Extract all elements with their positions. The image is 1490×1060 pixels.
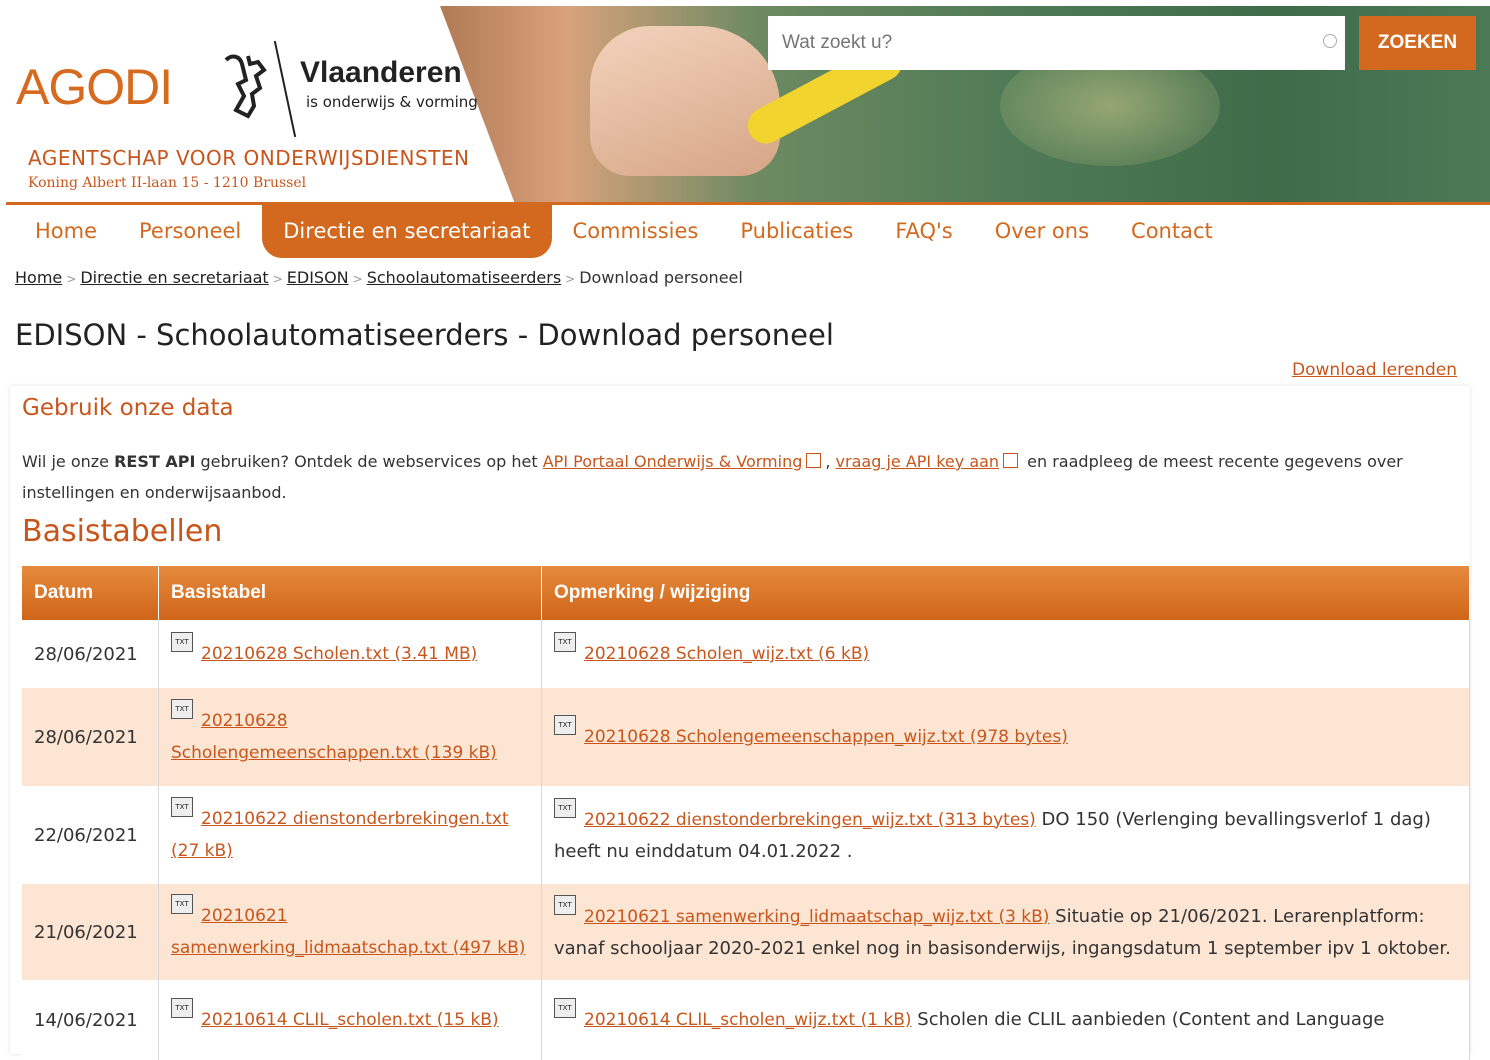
logo-divider bbox=[273, 40, 297, 138]
basistabellen-table: Datum Basistabel Opmerking / wijziging 2… bbox=[22, 566, 1470, 1060]
breadcrumb-separator: > bbox=[352, 272, 363, 286]
page-title: EDISON - Schoolautomatiseerders - Downlo… bbox=[15, 318, 834, 352]
change-note: Scholen die CLIL aanbieden (Content and … bbox=[911, 1009, 1385, 1030]
change-cell: TXT 20210614 CLIL_scholen_wijz.txt (1 kB)… bbox=[541, 980, 1470, 1060]
intro-text-part: gebruiken? Ontdek de webservices op het bbox=[195, 452, 543, 471]
agodi-logo[interactable]: AGODI bbox=[16, 58, 173, 116]
table-header-row: Datum Basistabel Opmerking / wijziging bbox=[22, 566, 1470, 620]
file-link[interactable]: 20210628 Scholen.txt (3.41 MB) bbox=[201, 644, 477, 664]
breadcrumb-separator: > bbox=[565, 272, 576, 286]
flemish-lion-icon bbox=[224, 54, 267, 119]
breadcrumb: Home > Directie en secretariaat > EDISON > Sch… bbox=[15, 268, 743, 287]
intro-text: Wil je onze REST API gebruiken? Ontdek d… bbox=[22, 446, 1442, 508]
date-cell: 14/06/2021 bbox=[22, 980, 159, 1060]
date-cell: 28/06/2021 bbox=[22, 620, 159, 688]
date-cell: 28/06/2021 bbox=[22, 688, 159, 786]
change-file-link[interactable]: 20210621 samenwerking_lidmaatschap_wijz.… bbox=[584, 907, 1049, 927]
file-cell: TXT20210622 dienstonderbrekingen.txt (27… bbox=[158, 786, 542, 884]
change-cell: TXT 20210622 dienstonderbrekingen_wijz.tx… bbox=[541, 786, 1470, 884]
breadcrumb-home[interactable]: Home bbox=[15, 268, 62, 287]
table-row: 28/06/2021 TXT20210628 Scholengemeenscha… bbox=[22, 688, 1470, 786]
nav-item-commissies[interactable]: Commissies bbox=[552, 204, 720, 258]
breadcrumb-edison[interactable]: EDISON bbox=[287, 268, 349, 287]
site-header: AGODI Vlaanderen is onderwijs & vorming … bbox=[0, 0, 1490, 204]
table-row: 22/06/2021 TXT20210622 dienstonderbrekin… bbox=[22, 786, 1470, 884]
api-portal-link[interactable]: API Portaal Onderwijs & Vorming bbox=[543, 452, 803, 471]
txt-file-icon: TXT bbox=[171, 894, 193, 914]
file-link[interactable]: 20210621 samenwerking_lidmaatschap.txt (… bbox=[171, 906, 525, 958]
txt-file-icon: TXT bbox=[171, 797, 193, 817]
change-cell: TXT 20210628 Scholen_wijz.txt (6 kB) bbox=[541, 620, 1470, 688]
nav-item-publicaties[interactable]: Publicaties bbox=[719, 204, 874, 258]
change-file-link[interactable]: 20210614 CLIL_scholen_wijz.txt (1 kB) bbox=[584, 1010, 912, 1030]
intro-text-part: Wil je onze bbox=[22, 452, 115, 471]
change-file-link[interactable]: 20210628 Scholen_wijz.txt (6 kB) bbox=[584, 644, 869, 664]
vlaanderen-subtitle: is onderwijs & vorming bbox=[306, 93, 478, 111]
main-nav: Home Personeel Directie en secretariaat … bbox=[14, 204, 1234, 258]
breadcrumb-separator: > bbox=[272, 272, 283, 286]
section-title-basistabellen: Basistabellen bbox=[22, 514, 223, 549]
nav-item-faqs[interactable]: FAQ's bbox=[874, 204, 973, 258]
txt-file-icon: TXT bbox=[171, 699, 193, 719]
breadcrumb-separator: > bbox=[66, 272, 77, 286]
section-title-data: Gebruik onze data bbox=[22, 395, 234, 421]
table-row: 28/06/2021 TXT 20210628 Scholen.txt (3.41… bbox=[22, 620, 1470, 688]
external-link-icon bbox=[1003, 453, 1019, 468]
nav-item-over-ons[interactable]: Over ons bbox=[974, 204, 1110, 258]
search-box bbox=[768, 16, 1345, 70]
txt-file-icon: TXT bbox=[554, 894, 576, 915]
agency-address: Koning Albert II-laan 15 - 1210 Brussel bbox=[28, 175, 307, 191]
column-header-basistabel: Basistabel bbox=[158, 566, 542, 620]
column-header-datum: Datum bbox=[22, 566, 159, 620]
download-lerenden-link[interactable]: Download lerenden bbox=[1292, 360, 1457, 380]
date-cell: 22/06/2021 bbox=[22, 786, 159, 884]
table-row: 14/06/2021 TXT 20210614 CLIL_scholen.txt … bbox=[22, 980, 1470, 1060]
file-cell: TXT 20210614 CLIL_scholen.txt (15 kB) bbox=[158, 980, 542, 1060]
change-cell: TXT 20210621 samenwerking_lidmaatschap_wi… bbox=[541, 884, 1470, 980]
file-link[interactable]: 20210622 dienstonderbrekingen.txt (27 kB… bbox=[171, 809, 509, 861]
txt-file-icon: TXT bbox=[554, 632, 576, 652]
change-file-link[interactable]: 20210628 Scholengemeenschappen_wijz.txt … bbox=[584, 727, 1068, 747]
search-input[interactable] bbox=[768, 31, 1304, 55]
file-cell: TXT20210628 Scholengemeenschappen.txt (1… bbox=[158, 688, 542, 786]
nav-item-personeel[interactable]: Personeel bbox=[118, 204, 262, 258]
breadcrumb-schoolautomatiseerders[interactable]: Schoolautomatiseerders bbox=[367, 268, 561, 287]
nav-item-home[interactable]: Home bbox=[14, 204, 118, 258]
external-link-icon bbox=[806, 453, 822, 468]
breadcrumb-current: Download personeel bbox=[579, 268, 743, 287]
txt-file-icon: TXT bbox=[171, 998, 193, 1018]
nav-item-directie-en-secretariaat[interactable]: Directie en secretariaat bbox=[262, 204, 552, 258]
file-link[interactable]: 20210628 Scholengemeenschappen.txt (139 … bbox=[171, 711, 497, 763]
file-cell: TXT 20210628 Scholen.txt (3.41 MB) bbox=[158, 620, 542, 688]
txt-file-icon: TXT bbox=[554, 715, 576, 735]
date-cell: 21/06/2021 bbox=[22, 884, 159, 980]
vlaanderen-logo: Vlaanderen bbox=[300, 56, 462, 89]
nav-item-contact[interactable]: Contact bbox=[1110, 204, 1234, 258]
column-header-opmerking: Opmerking / wijziging bbox=[541, 566, 1470, 620]
search-button[interactable]: ZOEKEN bbox=[1359, 16, 1476, 70]
txt-file-icon: TXT bbox=[171, 632, 193, 652]
file-cell: TXT20210621 samenwerking_lidmaatschap.tx… bbox=[158, 884, 542, 980]
agency-name: AGENTSCHAP VOOR ONDERWIJSDIENSTEN bbox=[28, 146, 470, 170]
file-link[interactable]: 20210614 CLIL_scholen.txt (15 kB) bbox=[201, 1010, 499, 1030]
breadcrumb-directie[interactable]: Directie en secretariaat bbox=[80, 268, 268, 287]
txt-file-icon: TXT bbox=[554, 797, 576, 818]
api-key-link[interactable]: vraag je API key aan bbox=[836, 452, 1000, 471]
table-row: 21/06/2021 TXT20210621 samenwerking_lidm… bbox=[22, 884, 1470, 980]
change-cell: TXT 20210628 Scholengemeenschappen_wijz.t… bbox=[541, 688, 1470, 786]
change-file-link[interactable]: 20210622 dienstonderbrekingen_wijz.txt (… bbox=[584, 810, 1036, 830]
hand-image bbox=[590, 26, 780, 176]
clear-search-icon[interactable] bbox=[1323, 34, 1337, 48]
rest-api-label: REST API bbox=[114, 452, 196, 471]
intro-text-part: , bbox=[825, 452, 836, 471]
txt-file-icon: TXT bbox=[554, 998, 576, 1018]
